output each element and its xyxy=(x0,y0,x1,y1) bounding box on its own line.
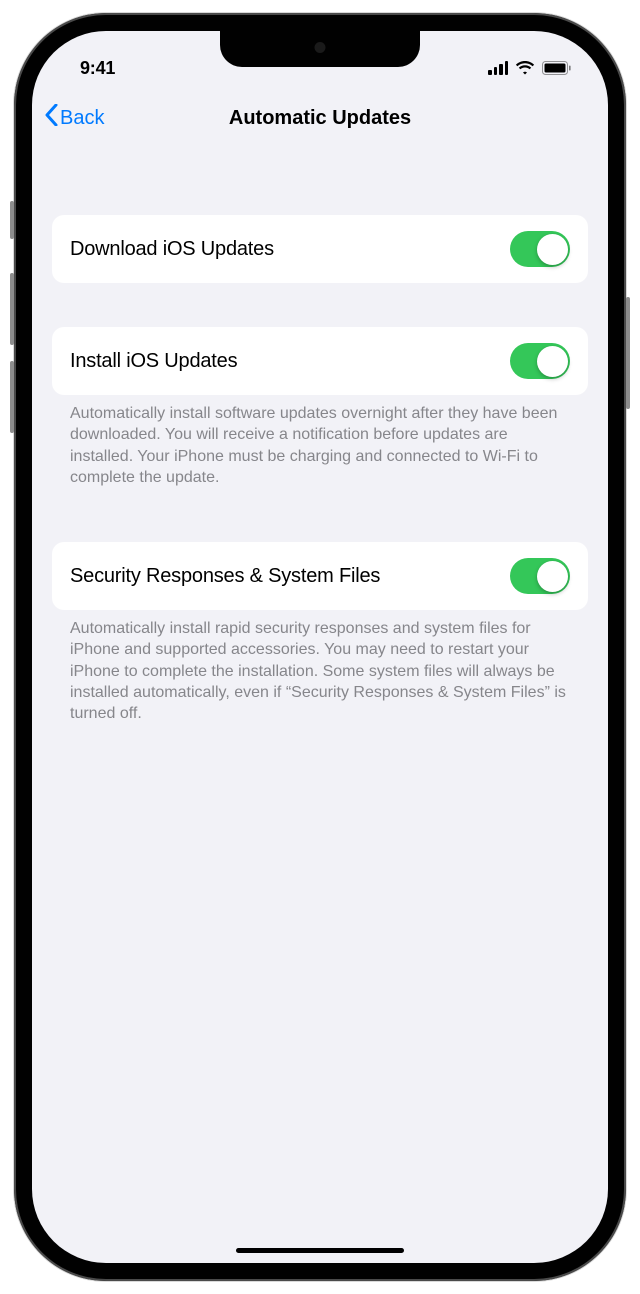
security-responses-label: Security Responses & System Files xyxy=(70,565,380,588)
chevron-left-icon xyxy=(44,104,60,132)
screen: 9:41 Back Automatic Updates xyxy=(32,31,608,1263)
download-updates-cell: Download iOS Updates xyxy=(52,215,588,283)
install-updates-label: Install iOS Updates xyxy=(70,350,237,373)
install-updates-cell: Install iOS Updates xyxy=(52,327,588,395)
security-group: Security Responses & System Files Automa… xyxy=(52,542,588,724)
download-group: Download iOS Updates xyxy=(52,215,588,283)
install-group: Install iOS Updates Automatically instal… xyxy=(52,327,588,488)
home-indicator[interactable] xyxy=(236,1248,404,1253)
settings-content: Download iOS Updates Install iOS Updates… xyxy=(32,181,608,1263)
download-updates-toggle[interactable] xyxy=(510,231,570,267)
page-title: Automatic Updates xyxy=(229,107,411,130)
back-label: Back xyxy=(60,107,104,130)
download-updates-label: Download iOS Updates xyxy=(70,238,274,261)
phone-frame: 9:41 Back Automatic Updates xyxy=(14,13,626,1281)
back-button[interactable]: Back xyxy=(44,104,104,132)
battery-icon xyxy=(542,61,572,75)
cellular-icon xyxy=(488,61,508,75)
status-indicators xyxy=(488,61,572,75)
install-updates-toggle[interactable] xyxy=(510,343,570,379)
nav-bar: Back Automatic Updates xyxy=(32,87,608,149)
wifi-icon xyxy=(515,61,535,75)
security-responses-description: Automatically install rapid security res… xyxy=(52,610,588,724)
install-updates-description: Automatically install software updates o… xyxy=(52,395,588,488)
security-responses-cell: Security Responses & System Files xyxy=(52,542,588,610)
notch xyxy=(220,31,420,67)
status-time: 9:41 xyxy=(80,58,115,79)
security-responses-toggle[interactable] xyxy=(510,558,570,594)
